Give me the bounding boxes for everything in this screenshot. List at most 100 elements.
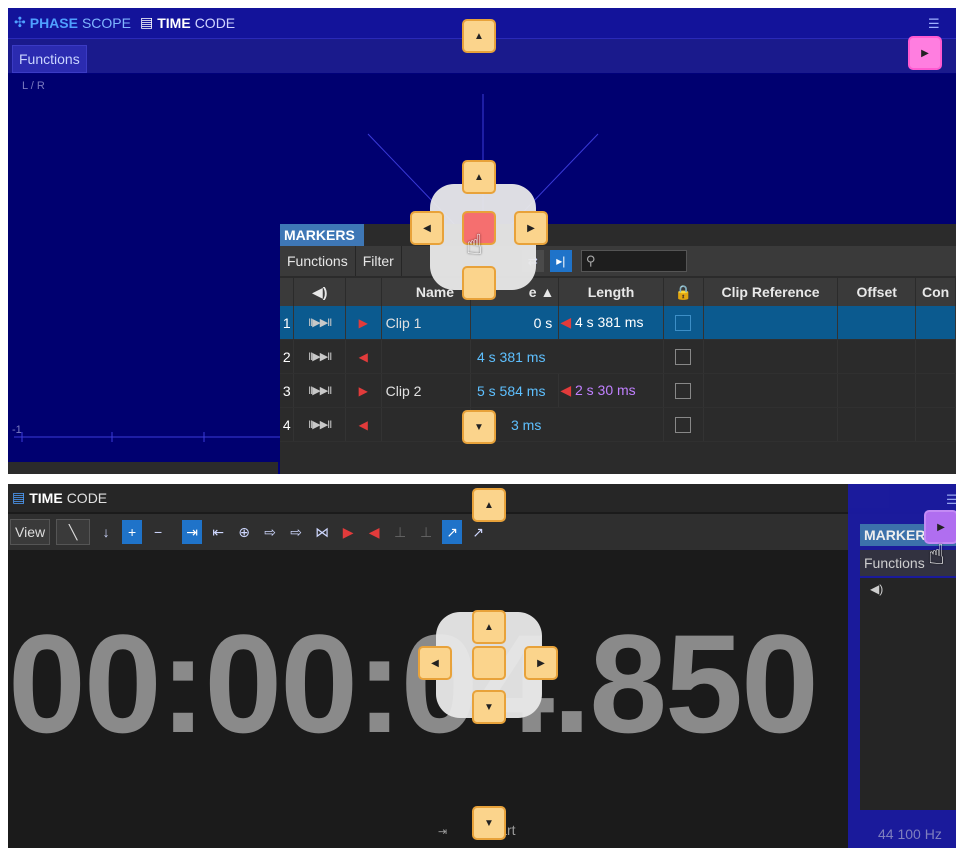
row-con <box>915 339 956 374</box>
timeline-end-icon[interactable]: ⇤ <box>208 520 228 544</box>
row-lock[interactable] <box>663 407 704 442</box>
pin-icon[interactable]: ↗ <box>468 520 488 544</box>
snap-right-icon[interactable]: ⇨ <box>286 520 306 544</box>
tab-timecode-bold: TIME <box>157 14 191 31</box>
dock-cross-up-button-bottom[interactable]: ▲ <box>472 610 506 644</box>
markers-toolbar: Functions Filter ⇄ ▸| ⚲ <box>280 246 956 276</box>
dock-right-edge-button[interactable]: ▶ <box>908 36 942 70</box>
row-length[interactable]: ◀ 4 s 381 ms <box>558 306 664 340</box>
lock-checkbox[interactable] <box>675 417 692 434</box>
panel-menu-icon[interactable]: ☰ <box>928 16 940 32</box>
view-button[interactable]: View <box>10 519 51 545</box>
timeline-start-icon[interactable]: ⇥ <box>182 520 203 544</box>
dock-cross-right-button-bottom[interactable]: ▶ <box>524 646 558 680</box>
panel-menu-icon[interactable]: ☰ <box>946 492 956 508</box>
dock-bottom-button[interactable]: ▼ <box>462 410 496 444</box>
col-clip-reference[interactable]: Clip Reference <box>703 278 839 306</box>
functions-button[interactable]: Functions <box>12 45 87 73</box>
row-offset <box>837 373 917 408</box>
row-lock[interactable] <box>663 339 704 374</box>
dock-bottom-button-bottom[interactable]: ▼ <box>472 806 506 840</box>
col-con[interactable]: Con <box>915 278 956 306</box>
table-row[interactable]: 2 II▶▶II ◀ 4 s 381 ms <box>280 339 956 374</box>
timecode-icon: ▤ <box>140 14 154 30</box>
row-name[interactable]: Clip 1 <box>381 306 471 340</box>
dock-cross-center-button-bottom[interactable] <box>472 646 506 680</box>
phasescope-icon: ✣ <box>14 14 26 30</box>
lock-checkbox[interactable] <box>675 349 692 366</box>
play-marker-icon[interactable]: II▶▶II <box>293 373 346 408</box>
tab-phasescope[interactable]: ✣ PHASE SCOPE <box>14 14 131 31</box>
dock-cross-down-button-bottom[interactable]: ▼ <box>472 690 506 724</box>
row-lock[interactable] <box>663 306 704 340</box>
scope-footer <box>8 462 278 474</box>
minus-icon[interactable]: − <box>148 520 168 544</box>
arrow-down-icon[interactable]: ↓ <box>96 520 116 544</box>
follow-cursor-icon[interactable]: ▸| <box>549 250 572 272</box>
play-marker-icon[interactable]: II▶▶II <box>293 407 346 442</box>
bowtie-icon[interactable]: ⋈ <box>312 520 332 544</box>
dock-cross-left-button[interactable]: ◀ <box>410 211 444 245</box>
row-con <box>915 407 956 442</box>
lock-icon: 🔒 <box>674 283 693 300</box>
markers-filter-button[interactable]: Filter <box>356 246 402 276</box>
row-lock[interactable] <box>663 373 704 408</box>
tab-timecode-bold: TIME <box>29 489 63 506</box>
pointer-tool-icon[interactable]: ╲ <box>56 519 91 545</box>
split-icon[interactable]: ⊕ <box>234 520 254 544</box>
sample-rate: 44 100 Hz <box>878 826 942 842</box>
table-row[interactable]: 3 II▶▶II ▶ Clip 2 5 s 584 ms ◀ 2 s 30 ms <box>280 373 956 408</box>
dock-cross-right-button[interactable]: ▶ <box>514 211 548 245</box>
marker-start-icon[interactable]: ▶ <box>338 520 358 544</box>
play-marker-icon[interactable]: II▶▶II <box>293 306 346 340</box>
marker-start-icon: ▶ <box>345 373 382 408</box>
markers-tab[interactable]: MARKERS <box>280 224 364 246</box>
speaker-icon: ◀) <box>870 582 884 596</box>
row-name[interactable]: Clip 2 <box>381 373 471 408</box>
row-length[interactable]: ◀ 2 s 30 ms <box>558 373 664 408</box>
marker-search-input[interactable]: ⚲ <box>580 250 687 272</box>
table-row[interactable]: 4 II▶▶II ◀ 3 ms <box>280 407 956 442</box>
play-marker-icon[interactable]: II▶▶II <box>293 339 346 374</box>
col-type[interactable] <box>345 278 382 306</box>
dock-top-button-bottom[interactable]: ▲ <box>472 488 506 522</box>
dock-cross-down-button[interactable] <box>462 266 496 300</box>
scope-axis-label: -1 <box>12 424 22 436</box>
marker-end-icon[interactable]: ◀ <box>364 520 384 544</box>
tab-timecode[interactable]: ▤ TIME CODE <box>140 14 235 31</box>
row-position[interactable]: 3 ms <box>470 407 664 442</box>
marker-end-icon: ◀ <box>345 339 382 374</box>
row-number: 1 <box>280 306 295 340</box>
tab-timecode-bottom[interactable]: ▤ TIME CODE <box>12 489 107 506</box>
row-name[interactable] <box>381 339 471 374</box>
markers-panel: MARKERS Functions Filter ⇄ ▸| ⚲ ◀) Name … <box>280 224 956 474</box>
table-row[interactable]: 1 II▶▶II ▶ Clip 1 0 s ◀ 4 s 381 ms <box>280 306 956 340</box>
markers-list-preview: ◀) <box>860 578 956 810</box>
col-offset[interactable]: Offset <box>837 278 917 306</box>
row-name[interactable] <box>381 407 471 442</box>
lock-checkbox[interactable] <box>675 315 692 332</box>
lock-checkbox[interactable] <box>675 383 692 400</box>
col-length[interactable]: Length <box>558 278 664 306</box>
wand-icon[interactable]: ↗ <box>442 520 463 544</box>
row-position[interactable]: 4 s 381 ms <box>470 339 664 374</box>
col-audio[interactable]: ◀) <box>293 278 346 306</box>
snap-left-icon[interactable]: ⇨ <box>260 520 280 544</box>
col-rownum <box>280 278 295 306</box>
row-position[interactable]: 0 s <box>470 306 560 340</box>
row-position[interactable]: 5 s 584 ms <box>470 373 560 408</box>
row-offset <box>837 306 917 340</box>
marker-end-icon: ◀ <box>560 382 572 398</box>
timeline-start-icon: ⇥ <box>438 826 448 838</box>
dock-cross-left-button-bottom[interactable]: ◀ <box>418 646 452 680</box>
row-clip-reference <box>703 306 839 340</box>
row-length-value: 2 s 30 ms <box>574 382 636 398</box>
plus-icon[interactable]: + <box>122 520 143 544</box>
dock-cross-up-button[interactable]: ▲ <box>462 160 496 194</box>
col-lock[interactable]: 🔒 <box>663 278 704 306</box>
dock-top-button[interactable]: ▲ <box>462 19 496 53</box>
markers-functions-button[interactable]: Functions <box>280 246 356 276</box>
row-number: 2 <box>280 339 295 374</box>
row-clip-reference <box>703 373 839 408</box>
row-number: 3 <box>280 373 295 408</box>
